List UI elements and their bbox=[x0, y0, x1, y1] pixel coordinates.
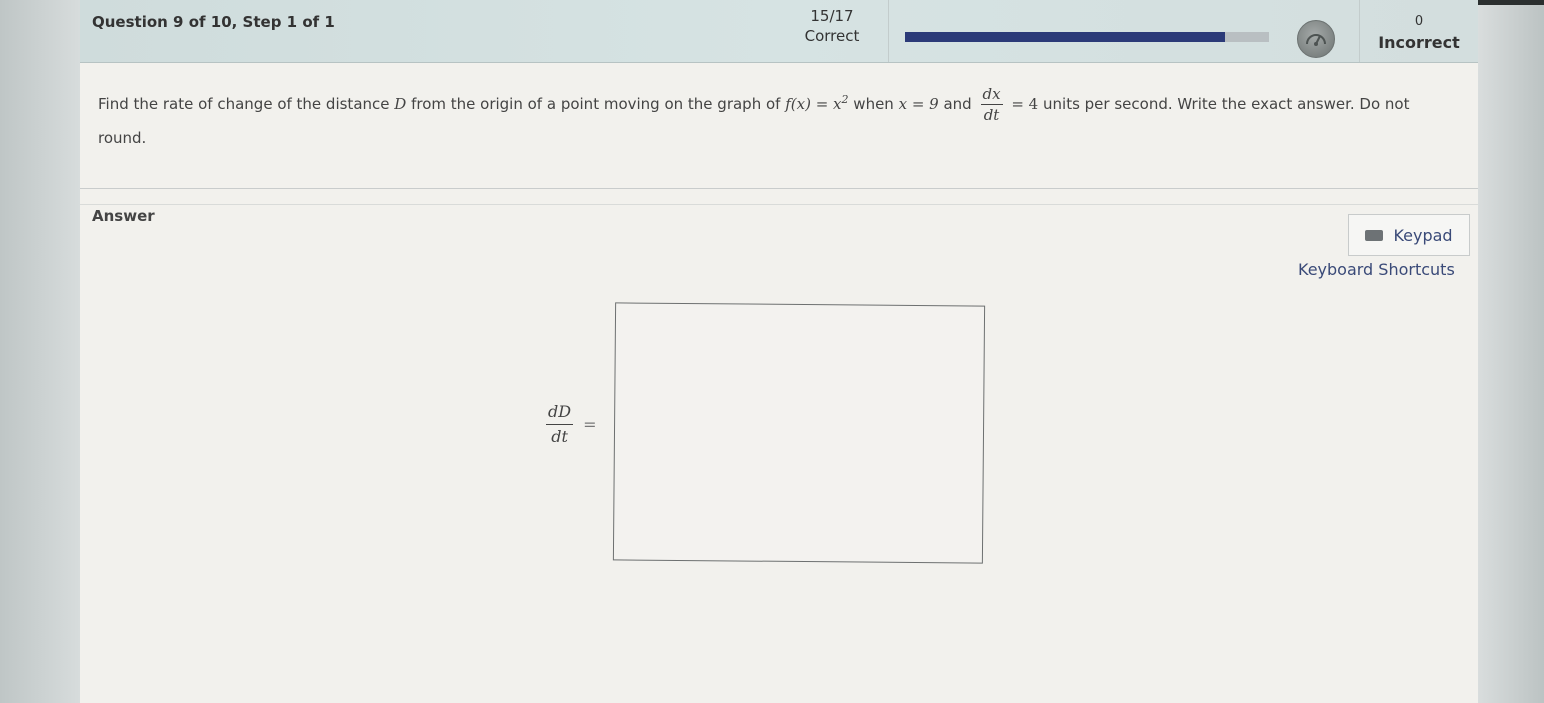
answer-lhs: dD dt = bbox=[542, 400, 596, 449]
question-text: Find the rate of change of the distance … bbox=[98, 84, 1418, 151]
math-rate-value: = 4 bbox=[1011, 95, 1039, 113]
math-fraction-dddt: dD dt bbox=[546, 400, 574, 449]
math-function-body: f(x) = x bbox=[785, 95, 842, 113]
math-var-d: D bbox=[394, 95, 407, 113]
math-exponent: 2 bbox=[841, 93, 849, 106]
question-text-part: when bbox=[853, 95, 894, 113]
right-gutter bbox=[1478, 0, 1544, 703]
question-text-part: Find the rate of change of the distance bbox=[98, 95, 390, 113]
incorrect-label: Incorrect bbox=[1378, 33, 1460, 52]
incorrect-counter: 0 Incorrect bbox=[1359, 0, 1478, 62]
fraction-numerator: dx bbox=[980, 85, 1003, 105]
answer-input-box[interactable] bbox=[612, 302, 986, 564]
left-gutter bbox=[0, 0, 80, 703]
correct-counter: 15/17 Correct bbox=[780, 6, 884, 46]
keypad-button[interactable]: Keypad bbox=[1348, 214, 1470, 256]
header-bar: Question 9 of 10, Step 1 of 1 15/17 Corr… bbox=[80, 0, 1478, 63]
equals-sign: = bbox=[583, 415, 597, 434]
progress-area bbox=[888, 0, 1359, 62]
section-divider bbox=[80, 188, 1478, 189]
math-fraction-dxdt: dx dt bbox=[980, 84, 1003, 125]
answer-label: Answer bbox=[92, 207, 155, 225]
correct-count: 15/17 bbox=[810, 7, 854, 25]
progress-bar bbox=[905, 32, 1269, 42]
progress-fill bbox=[905, 32, 1226, 42]
fraction-denominator: dt bbox=[551, 427, 568, 446]
keyboard-icon bbox=[1365, 229, 1384, 241]
question-panel: Question 9 of 10, Step 1 of 1 15/17 Corr… bbox=[80, 0, 1478, 703]
incorrect-count: 0 bbox=[1414, 14, 1424, 29]
math-function: f(x) = x2 bbox=[785, 93, 849, 113]
math-condition: x = 9 bbox=[898, 95, 939, 113]
fraction-denominator: dt bbox=[983, 106, 1000, 124]
gauge-icon[interactable] bbox=[1297, 20, 1335, 58]
keypad-label: Keypad bbox=[1393, 225, 1453, 245]
correct-label: Correct bbox=[804, 27, 860, 45]
question-text-part: and bbox=[943, 95, 972, 113]
question-text-part: from the origin of a point moving on the… bbox=[411, 95, 781, 113]
section-divider bbox=[80, 204, 1478, 205]
fraction-numerator: dD bbox=[546, 400, 574, 425]
keyboard-shortcuts-link[interactable]: Keyboard Shortcuts bbox=[1298, 260, 1455, 279]
question-step-label: Question 9 of 10, Step 1 of 1 bbox=[92, 13, 335, 31]
